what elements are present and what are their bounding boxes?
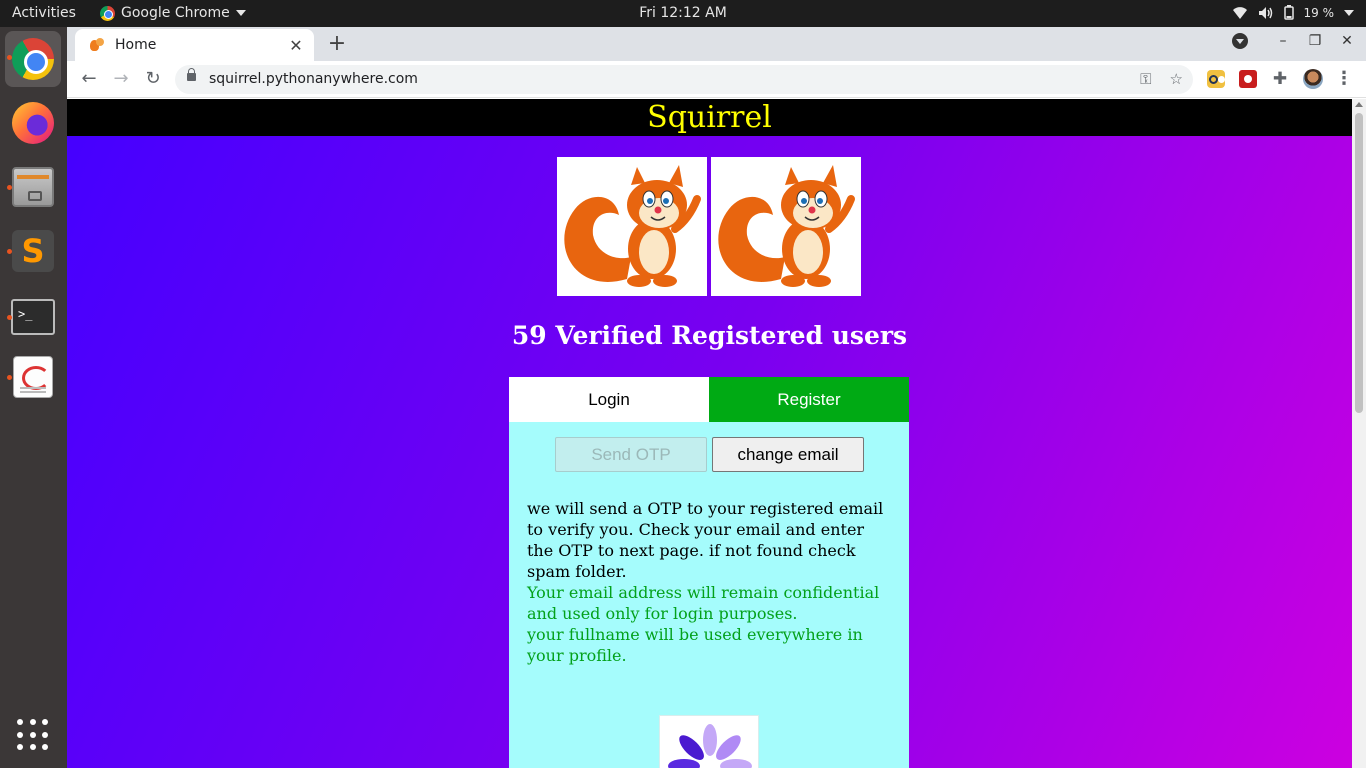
close-tab-icon[interactable]: ✕	[288, 36, 304, 55]
reload-button[interactable]: ↻	[143, 69, 163, 89]
app-menu-label: Google Chrome	[121, 5, 230, 21]
dock-firefox[interactable]	[5, 95, 61, 151]
page-body: Squirrel 59 Verified Registered users Lo…	[67, 99, 1352, 768]
system-status-menu[interactable]: 19 %	[1232, 5, 1354, 20]
dock: S >_	[0, 27, 67, 768]
key-icon[interactable]: ⚿	[1140, 70, 1151, 88]
close-window-button[interactable]: ✕	[1338, 33, 1356, 49]
system-clock[interactable]: Fri 12:12 AM	[639, 5, 727, 21]
app-menu[interactable]: Google Chrome	[100, 5, 246, 21]
tab-strip: Home ✕ + – ❐ ✕	[67, 27, 1366, 61]
volume-icon	[1258, 6, 1272, 19]
chrome-icon	[12, 38, 54, 80]
privacy-line-email: Your email address will remain confident…	[527, 583, 880, 623]
dock-text-editor[interactable]	[5, 349, 61, 405]
send-otp-button[interactable]: Send OTP	[555, 437, 707, 472]
lock-icon[interactable]	[187, 68, 196, 81]
chrome-icon	[100, 5, 115, 21]
extensions-puzzle-icon[interactable]: ✚	[1271, 70, 1289, 88]
squirrel-illustration	[564, 165, 701, 287]
menu-kebab-icon[interactable]: ⋮	[1335, 70, 1353, 88]
tab-title: Home	[115, 37, 157, 53]
restore-button[interactable]: ❐	[1306, 33, 1324, 49]
privacy-notice: Your email address will remain confident…	[527, 582, 887, 666]
extension-record-icon[interactable]	[1239, 70, 1257, 88]
sublime-text-icon: S	[12, 230, 54, 272]
tab-login[interactable]: Login	[509, 377, 709, 422]
text-editor-icon	[13, 356, 53, 398]
site-title: Squirrel	[647, 100, 772, 135]
forward-button[interactable]: →	[111, 69, 131, 89]
battery-icon	[1283, 5, 1294, 20]
squirrel-image	[557, 157, 707, 296]
privacy-line-fullname: your fullname will be used everywhere in…	[527, 625, 863, 665]
minimize-button[interactable]: –	[1274, 33, 1292, 49]
extension-glasses-icon[interactable]	[1207, 70, 1225, 88]
chevron-down-icon	[1344, 9, 1354, 16]
wifi-icon	[1232, 6, 1247, 19]
show-applications-button[interactable]	[5, 707, 61, 763]
loading-spinner	[659, 715, 759, 768]
running-indicator	[7, 249, 12, 254]
bookmark-star-icon[interactable]: ☆	[1170, 70, 1183, 88]
change-email-button[interactable]: change email	[712, 437, 864, 472]
auth-card: Login Register Send OTP change email we …	[509, 377, 909, 768]
registered-users-count: 59 Verified Registered users	[511, 321, 908, 350]
scroll-up-arrow-icon[interactable]	[1355, 102, 1363, 107]
squirrel-illustration	[718, 165, 855, 287]
browser-window: Home ✕ + – ❐ ✕ ← → ↻ squirrel.pythonanyw…	[67, 27, 1366, 768]
files-icon	[12, 167, 54, 207]
spinner-icon	[668, 724, 752, 768]
dock-sublime-text[interactable]: S	[5, 223, 61, 279]
dock-terminal[interactable]: >_	[5, 289, 61, 345]
tab-home[interactable]: Home ✕	[75, 29, 314, 61]
chevron-down-icon	[235, 10, 246, 16]
running-indicator	[7, 375, 12, 380]
scrollbar-thumb[interactable]	[1355, 113, 1363, 413]
otp-info-text: we will send a OTP to your registered em…	[527, 499, 884, 581]
window-controls: – ❐ ✕	[1232, 33, 1356, 49]
page-viewport: Squirrel 59 Verified Registered users Lo…	[67, 99, 1366, 768]
terminal-prompt-glyph: >_	[18, 307, 33, 321]
app-grid-icon	[17, 719, 49, 751]
dock-chrome[interactable]	[5, 31, 61, 87]
page-scrollbar[interactable]	[1352, 99, 1366, 768]
url-text[interactable]: squirrel.pythonanywhere.com	[209, 71, 418, 87]
dock-files[interactable]	[5, 159, 61, 215]
tab-search-button[interactable]	[1232, 33, 1248, 49]
address-bar[interactable]: squirrel.pythonanywhere.com ⚿ ☆	[175, 65, 1193, 94]
running-indicator	[7, 315, 12, 320]
back-button[interactable]: ←	[79, 69, 99, 89]
site-header: Squirrel	[67, 99, 1352, 136]
profile-avatar[interactable]	[1303, 69, 1323, 89]
tab-register[interactable]: Register	[709, 377, 909, 422]
system-top-bar: Activities Google Chrome Fri 12:12 AM 19…	[0, 0, 1366, 27]
browser-toolbar: ← → ↻ squirrel.pythonanywhere.com ⚿ ☆ ✚ …	[67, 61, 1366, 98]
squirrel-image	[711, 157, 861, 296]
firefox-icon	[12, 102, 54, 144]
new-tab-button[interactable]: +	[326, 31, 348, 56]
terminal-icon: >_	[11, 299, 55, 335]
squirrel-favicon-icon	[89, 37, 105, 53]
battery-percentage: 19 %	[1303, 5, 1335, 20]
activities-button[interactable]: Activities	[12, 5, 76, 21]
